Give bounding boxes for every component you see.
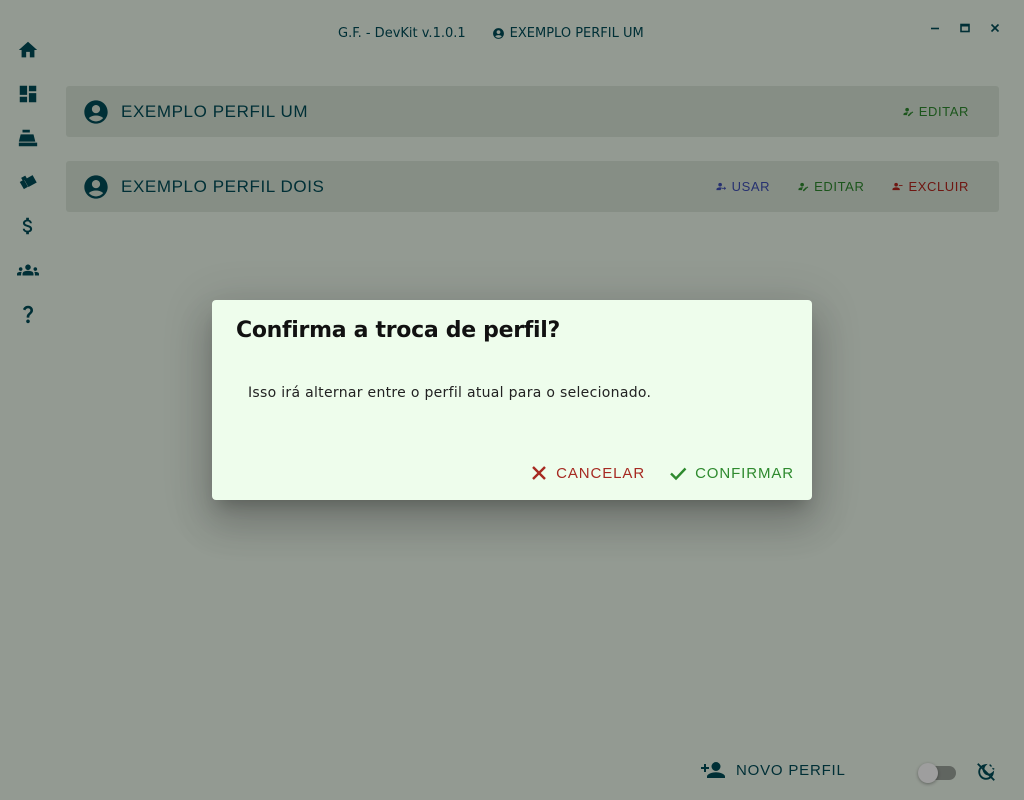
dialog-title: Confirma a troca de perfil? bbox=[236, 318, 561, 343]
check-icon bbox=[670, 467, 687, 481]
cancel-label: CANCELAR bbox=[556, 464, 646, 482]
confirm-switch-dialog: Confirma a troca de perfil? Isso irá alt… bbox=[212, 300, 812, 500]
confirm-button[interactable]: CONFIRMAR bbox=[665, 460, 798, 486]
close-icon bbox=[532, 466, 547, 480]
dialog-actions: CANCELAR CONFIRMAR bbox=[526, 460, 798, 486]
confirm-label: CONFIRMAR bbox=[695, 464, 794, 482]
dialog-message: Isso irá alternar entre o perfil atual p… bbox=[248, 385, 652, 401]
cancel-button[interactable]: CANCELAR bbox=[526, 460, 649, 486]
